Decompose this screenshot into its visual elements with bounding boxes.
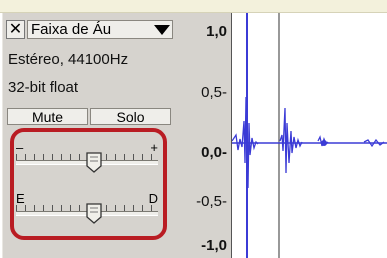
ruler-label-upper: 0,5- xyxy=(201,84,227,101)
gain-max-label: + xyxy=(150,140,158,155)
ruler-label-lower: -0,5- xyxy=(196,193,227,210)
mute-button[interactable]: Mute xyxy=(7,108,88,125)
close-icon[interactable]: ✕ xyxy=(6,20,25,39)
gain-thumb[interactable] xyxy=(86,152,102,173)
amplitude-ruler: 1,0 0,5- 0,0- -0,5- -1,0 xyxy=(176,13,232,258)
track-name-menu-button[interactable]: Faixa de Áu xyxy=(27,20,173,39)
track-name: Faixa de Áu xyxy=(31,21,112,38)
pan-slider[interactable]: E D xyxy=(16,191,158,224)
waveform-area[interactable] xyxy=(232,13,387,258)
track-title-row: ✕ Faixa de Áu xyxy=(6,18,173,41)
pan-left-label: E xyxy=(16,191,25,206)
ruler-label-bottom: -1,0 xyxy=(201,237,227,254)
solo-button[interactable]: Solo xyxy=(90,108,171,125)
chevron-down-icon xyxy=(154,24,170,35)
track-format: 32-bit float xyxy=(8,79,79,96)
top-bar xyxy=(0,0,387,13)
mute-solo-row: Mute Solo xyxy=(7,108,171,125)
waveform-dot xyxy=(321,140,327,146)
waveform-svg xyxy=(232,13,387,258)
waveform-burst-2 xyxy=(279,107,303,174)
ruler-label-zero: 0,0- xyxy=(201,144,227,161)
pan-thumb[interactable] xyxy=(86,203,102,224)
track-channels-rate: Estéreo, 44100Hz xyxy=(8,51,129,68)
gain-slider[interactable]: – + xyxy=(16,140,158,173)
pan-right-label: D xyxy=(148,191,158,206)
ruler-label-top: 1,0 xyxy=(206,23,227,40)
gain-min-label: – xyxy=(16,140,24,155)
